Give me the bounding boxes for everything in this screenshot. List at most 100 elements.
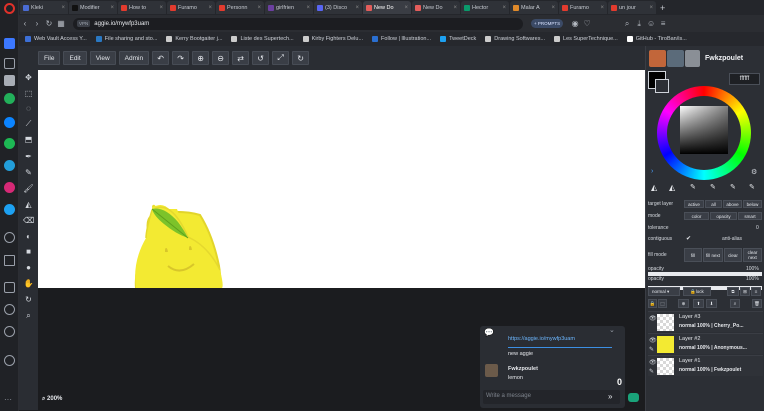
- brush-size-icon[interactable]: ✎: [730, 183, 736, 191]
- layer-row[interactable]: 👁 ✎ Layer #2 normal 100% | Anonymous...: [648, 333, 763, 354]
- eyedropper-icon[interactable]: ✒: [23, 151, 34, 162]
- fill-bucket-icon[interactable]: ◭: [669, 183, 675, 192]
- twitter-icon[interactable]: [4, 204, 15, 215]
- paint-bucket-icon[interactable]: ◭: [23, 199, 34, 210]
- drawing-canvas[interactable]: [38, 70, 645, 288]
- chat-collapse-icon[interactable]: ⌄: [609, 326, 615, 334]
- zoom-in-icon[interactable]: ⊕: [192, 51, 210, 65]
- layer-row[interactable]: 👁 Layer #3 normal 100% | Cherry_Po...: [648, 311, 763, 332]
- speed-dial-icon[interactable]: [4, 58, 15, 69]
- telegram-icon[interactable]: [4, 160, 15, 171]
- hex-color-input[interactable]: ffffff: [729, 73, 760, 85]
- edit-menu-button[interactable]: Edit: [63, 51, 87, 65]
- history-icon[interactable]: [4, 304, 15, 315]
- eraser-icon[interactable]: ⌫: [23, 215, 34, 226]
- rotate-view-icon[interactable]: ↻: [23, 294, 34, 305]
- extensions-icon[interactable]: [4, 75, 15, 86]
- transform-icon[interactable]: ⬒: [23, 134, 34, 145]
- close-tab-icon[interactable]: ×: [649, 5, 653, 11]
- close-tab-icon[interactable]: ×: [600, 5, 604, 11]
- opera-logo-icon[interactable]: [4, 3, 15, 14]
- fill-mode-clear-next-button[interactable]: clear next: [743, 248, 762, 262]
- hand-icon[interactable]: ✋: [23, 278, 34, 289]
- mode-smart-button[interactable]: smart: [738, 212, 762, 220]
- browser-tab[interactable]: Furamo ×: [167, 1, 215, 14]
- color-settings-icon[interactable]: ⚙: [751, 168, 757, 176]
- browser-tab[interactable]: How to ×: [118, 1, 166, 14]
- fill-mode-fill-button[interactable]: fill: [684, 248, 702, 262]
- send-message-icon[interactable]: »: [608, 392, 612, 401]
- bookmark-item[interactable]: Kirby Fighters Delu...: [302, 36, 363, 42]
- target-below-button[interactable]: below: [743, 200, 762, 208]
- browser-tab[interactable]: New Do ×: [412, 1, 460, 14]
- speed-dial-grid-icon[interactable]: ▦: [55, 19, 67, 28]
- prompts-button[interactable]: + PROMPTS: [531, 19, 564, 28]
- blend-mode-select[interactable]: normal ▾: [648, 287, 680, 296]
- search-icon[interactable]: ⌕: [621, 19, 633, 29]
- spotify-icon[interactable]: [4, 138, 15, 149]
- close-tab-icon[interactable]: ×: [502, 5, 506, 11]
- chat-link[interactable]: https://aggie.io/mywfp3uam: [508, 336, 575, 342]
- back-icon[interactable]: ‹: [19, 19, 31, 28]
- visibility-eye-icon[interactable]: 👁: [649, 337, 657, 344]
- close-tab-icon[interactable]: ×: [453, 5, 457, 11]
- new-tab-icon[interactable]: +: [660, 3, 665, 13]
- browser-tab[interactable]: (3) Disco ×: [314, 1, 362, 14]
- reload-icon[interactable]: ↻: [43, 19, 55, 28]
- browser-tab[interactable]: New Do ×: [363, 1, 411, 14]
- lightbulb-icon[interactable]: [4, 355, 15, 366]
- fill-mode-fill-next-button[interactable]: fill next: [703, 248, 723, 262]
- profile-icon[interactable]: ☺: [645, 19, 657, 28]
- user-avatar[interactable]: [685, 50, 700, 67]
- layer-copy-icon[interactable]: ⧉: [727, 287, 739, 296]
- layer-down-icon[interactable]: ⬇: [706, 299, 717, 308]
- browser-tab[interactable]: Hector ×: [461, 1, 509, 14]
- close-tab-icon[interactable]: ×: [110, 5, 114, 11]
- bookmark-item[interactable]: Drawing Softwares...: [485, 36, 545, 42]
- bookmark-item[interactable]: TweetDeck: [440, 36, 476, 42]
- browser-tab[interactable]: Furamo ×: [559, 1, 607, 14]
- camera-icon[interactable]: ◉: [569, 19, 581, 28]
- move-tool-icon[interactable]: ✥: [23, 72, 34, 83]
- fullscreen-icon[interactable]: ⤢: [272, 51, 290, 65]
- browser-tab[interactable]: un jour ×: [608, 1, 656, 14]
- close-tab-icon[interactable]: ×: [159, 5, 163, 11]
- player-icon[interactable]: [4, 232, 15, 243]
- close-tab-icon[interactable]: ×: [355, 5, 359, 11]
- chat-toggle-icon[interactable]: [628, 393, 639, 402]
- bookmark-item[interactable]: Liste des Supertech...: [231, 36, 294, 42]
- close-tab-icon[interactable]: ×: [257, 5, 261, 11]
- fill-mode-clear-button[interactable]: clear: [724, 248, 742, 262]
- close-tab-icon[interactable]: ×: [551, 5, 555, 11]
- brush-size-icon[interactable]: ✎: [710, 183, 716, 191]
- layer-merge-icon[interactable]: ⊞: [740, 287, 750, 296]
- flip-icon[interactable]: ⇄: [232, 51, 250, 65]
- download-icon[interactable]: ⤓: [633, 19, 645, 29]
- target-above-button[interactable]: above: [723, 200, 742, 208]
- mode-opacity-button[interactable]: opacity: [710, 212, 737, 220]
- bookmark-item[interactable]: Follow | Illustration...: [372, 36, 431, 42]
- zoom-tool-icon[interactable]: ⌕: [23, 310, 34, 321]
- whatsapp-icon[interactable]: [4, 93, 15, 104]
- layer-up-icon[interactable]: ⬆: [693, 299, 704, 308]
- browser-tab[interactable]: Modifier ×: [69, 1, 117, 14]
- redo-icon[interactable]: ↷: [172, 51, 190, 65]
- secondary-color-swatch[interactable]: [655, 79, 669, 93]
- bookmark-item[interactable]: File sharing and sto...: [95, 36, 157, 42]
- user-avatar[interactable]: [649, 50, 666, 67]
- visibility-eye-icon[interactable]: 👁: [649, 315, 657, 322]
- brush-size-icon[interactable]: ✎: [690, 183, 696, 191]
- mode-color-button[interactable]: color: [684, 212, 709, 220]
- fill-bucket-icon[interactable]: ◭: [651, 183, 657, 192]
- menu-icon[interactable]: ≡: [657, 19, 669, 28]
- bookmark-heart-icon[interactable]: ♡: [581, 19, 593, 28]
- visibility-eye-icon[interactable]: 👁: [649, 359, 657, 366]
- lock-button[interactable]: 🔒 lock: [683, 287, 711, 296]
- admin-menu-button[interactable]: Admin: [118, 51, 150, 65]
- more-icon[interactable]: ···: [4, 395, 12, 404]
- clip-layer-icon[interactable]: ⬚: [658, 299, 667, 308]
- vpn-badge[interactable]: VPN: [77, 20, 91, 27]
- settings-icon[interactable]: [4, 326, 15, 337]
- saturation-value-square[interactable]: [680, 106, 728, 154]
- bookmark-item[interactable]: Les SuperTechnique...: [554, 36, 618, 42]
